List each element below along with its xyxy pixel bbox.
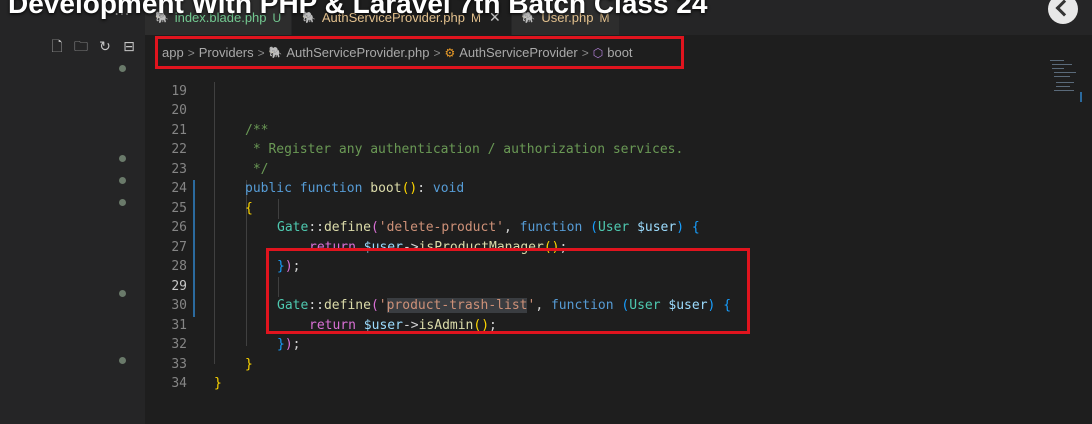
class-icon: ⚙: [444, 45, 456, 60]
scrollbar-marker: [1080, 92, 1082, 102]
breadcrumb-item-providers[interactable]: Providers: [199, 45, 254, 60]
breadcrumb-item-method[interactable]: boot: [607, 45, 632, 60]
video-title: Development With PHP & Laravel 7th Batch…: [8, 0, 708, 19]
explorer-actions: 🗋 🗀 ↻ ⊟: [48, 38, 138, 56]
code-line: 21 * Register any authentication / autho…: [145, 101, 1045, 158]
chevron-right-icon: >: [187, 45, 195, 60]
git-dot: [119, 177, 126, 184]
chevron-right-icon: >: [433, 45, 441, 60]
chevron-right-icon: >: [257, 45, 265, 60]
code-line: 27 });: [145, 218, 1045, 275]
breadcrumb: app > Providers > 🐘 AuthServiceProvider.…: [155, 36, 684, 69]
code-line: 26 return $user->isProductManager();: [145, 199, 1045, 255]
collapse-all-icon[interactable]: ⊟: [120, 38, 138, 56]
line-number: 34: [171, 376, 187, 391]
git-dot: [119, 199, 126, 206]
breadcrumb-item-file[interactable]: AuthServiceProvider.php: [286, 45, 429, 60]
git-dot: [119, 290, 126, 297]
git-dot: [119, 65, 126, 72]
code-line: 20 /**: [145, 82, 1045, 138]
breadcrumb-item-app[interactable]: app: [162, 45, 184, 60]
code-line: 33 }: [145, 335, 1045, 392]
git-dot: [119, 357, 126, 364]
code-line: 22 */: [145, 121, 1045, 177]
chevron-right-icon: >: [581, 45, 589, 60]
explorer-sidebar: ⋯ 🗋 🗀 ↻ ⊟: [0, 0, 145, 424]
code-line: 34: [145, 355, 1045, 391]
method-icon: ⬡: [592, 45, 604, 60]
php-file-icon: 🐘: [268, 47, 283, 59]
new-folder-icon[interactable]: 🗀: [72, 38, 90, 56]
new-file-icon[interactable]: 🗋: [48, 38, 66, 56]
code-line: 23 public function boot(): void: [145, 140, 1045, 197]
refresh-icon[interactable]: ↻: [96, 38, 114, 56]
minimap[interactable]: [1048, 58, 1076, 108]
git-dot: [119, 155, 126, 162]
code-editor[interactable]: 19 20 /** 21 * Register any authenticati…: [145, 62, 1092, 424]
breadcrumb-item-class[interactable]: AuthServiceProvider: [459, 45, 578, 60]
code-line: 25 Gate::define('delete-product', functi…: [145, 179, 1045, 236]
code-line: 24 {: [145, 160, 1045, 216]
highlight-box: [266, 248, 750, 334]
